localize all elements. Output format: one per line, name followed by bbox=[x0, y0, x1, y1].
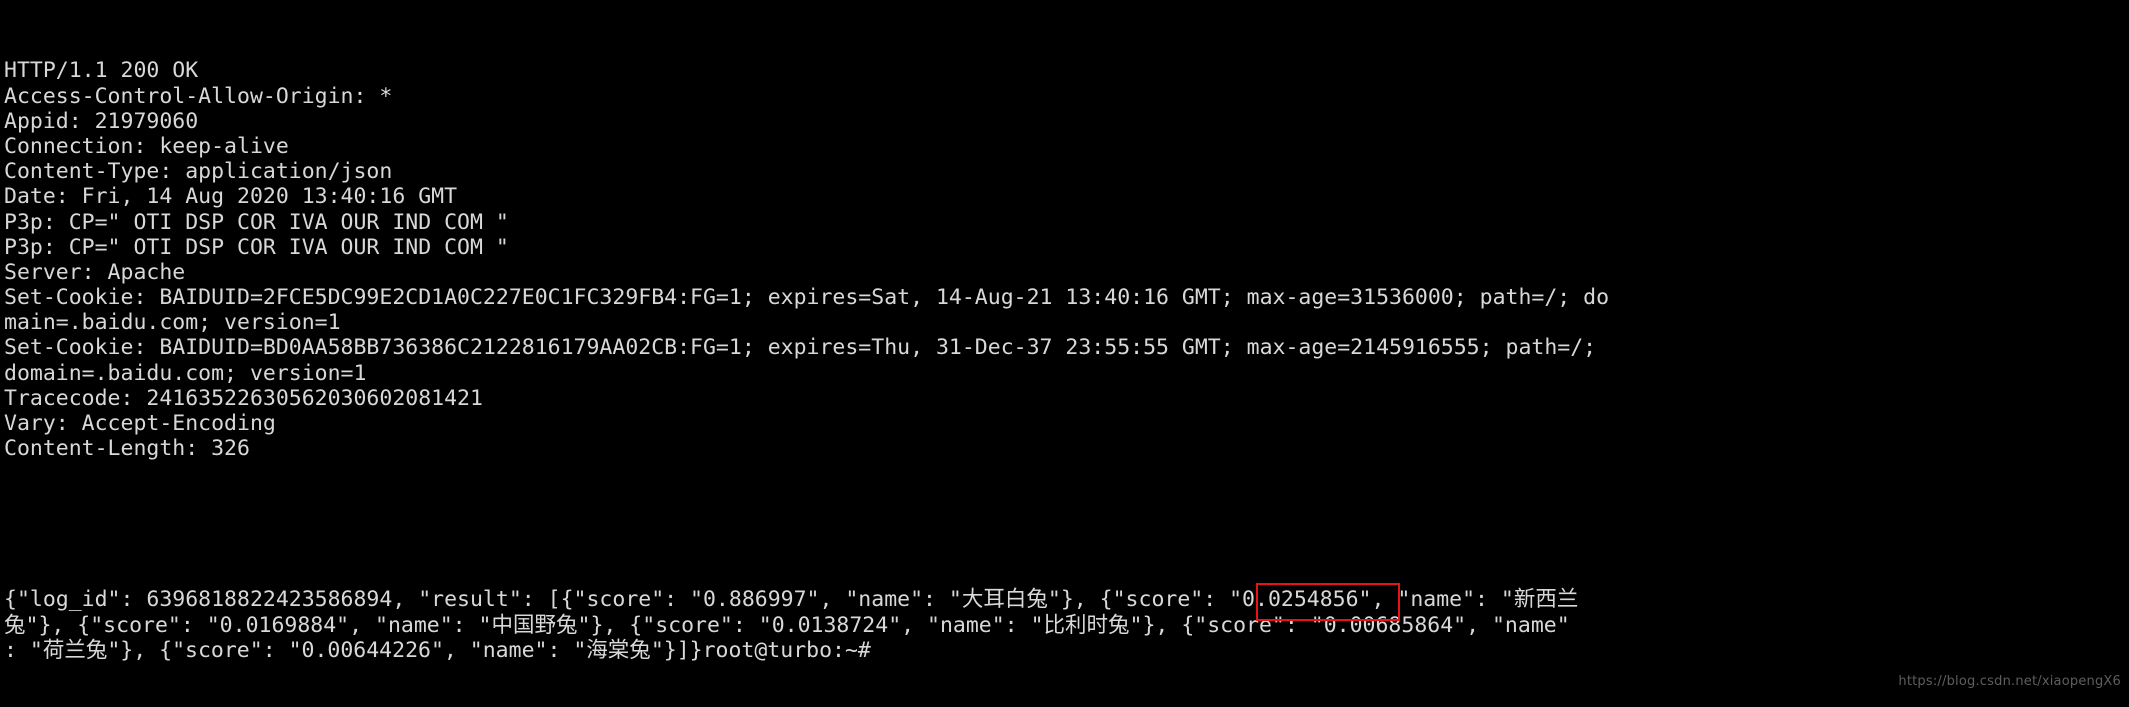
response-header-line: Set-Cookie: BAIDUID=BD0AA58BB736386C2122… bbox=[4, 335, 1597, 361]
blog-watermark: https://blog.csdn.net/xiaopengX6 bbox=[1898, 674, 2121, 689]
response-body-line: : "荷兰兔"}, {"score": "0.00644226", "name"… bbox=[4, 637, 871, 663]
response-header-line: Appid: 21979060 bbox=[4, 108, 199, 134]
terminal-output-area[interactable]: HTTP/1.1 200 OK Access-Control-Allow-Orig… bbox=[0, 0, 2129, 707]
cjk-text: 海棠兔 bbox=[586, 637, 651, 663]
blank-line-separator bbox=[4, 512, 2129, 537]
cjk-text: 新西兰 bbox=[1513, 587, 1579, 613]
cjk-text: 荷兰兔 bbox=[42, 637, 108, 663]
response-header-line: Set-Cookie: BAIDUID=2FCE5DC99E2CD1A0C227… bbox=[4, 285, 1610, 311]
response-header-line: Date: Fri, 14 Aug 2020 13:40:16 GMT bbox=[4, 184, 458, 210]
response-header-line: P3p: CP=" OTI DSP COR IVA OUR IND COM " bbox=[4, 234, 509, 260]
response-header-line: domain=.baidu.com; version=1 bbox=[4, 360, 367, 386]
cjk-text: 比利时兔 bbox=[1043, 612, 1130, 638]
response-header-line: P3p: CP=" OTI DSP COR IVA OUR IND COM " bbox=[4, 209, 509, 235]
response-header-line: Content-Length: 326 bbox=[4, 436, 250, 462]
response-header-line: Access-Control-Allow-Origin: * bbox=[4, 83, 393, 109]
http-response-headers: HTTP/1.1 200 OK Access-Control-Allow-Orig… bbox=[4, 58, 2129, 461]
cjk-text: 中国野兔 bbox=[491, 612, 578, 638]
response-body-line: 兔"}, {"score": "0.0169884", "name": "中国野… bbox=[4, 612, 1570, 638]
cjk-text: 大耳白兔 bbox=[961, 587, 1048, 613]
http-response-json-body: {"log_id": 6396818822423586894, "result"… bbox=[4, 587, 2129, 663]
cjk-text: 兔 bbox=[4, 612, 26, 638]
response-header-line: Content-Type: application/json bbox=[4, 159, 393, 185]
response-header-line: Connection: keep-alive bbox=[4, 133, 289, 159]
response-body-line: {"log_id": 6396818822423586894, "result"… bbox=[4, 587, 1579, 613]
response-header-line: Tracecode: 24163522630562030602081421 bbox=[4, 385, 483, 411]
response-header-line: Vary: Accept-Encoding bbox=[4, 411, 276, 437]
response-header-line: HTTP/1.1 200 OK bbox=[4, 58, 199, 84]
response-header-line: main=.baidu.com; version=1 bbox=[4, 310, 341, 336]
response-header-line: Server: Apache bbox=[4, 259, 186, 285]
